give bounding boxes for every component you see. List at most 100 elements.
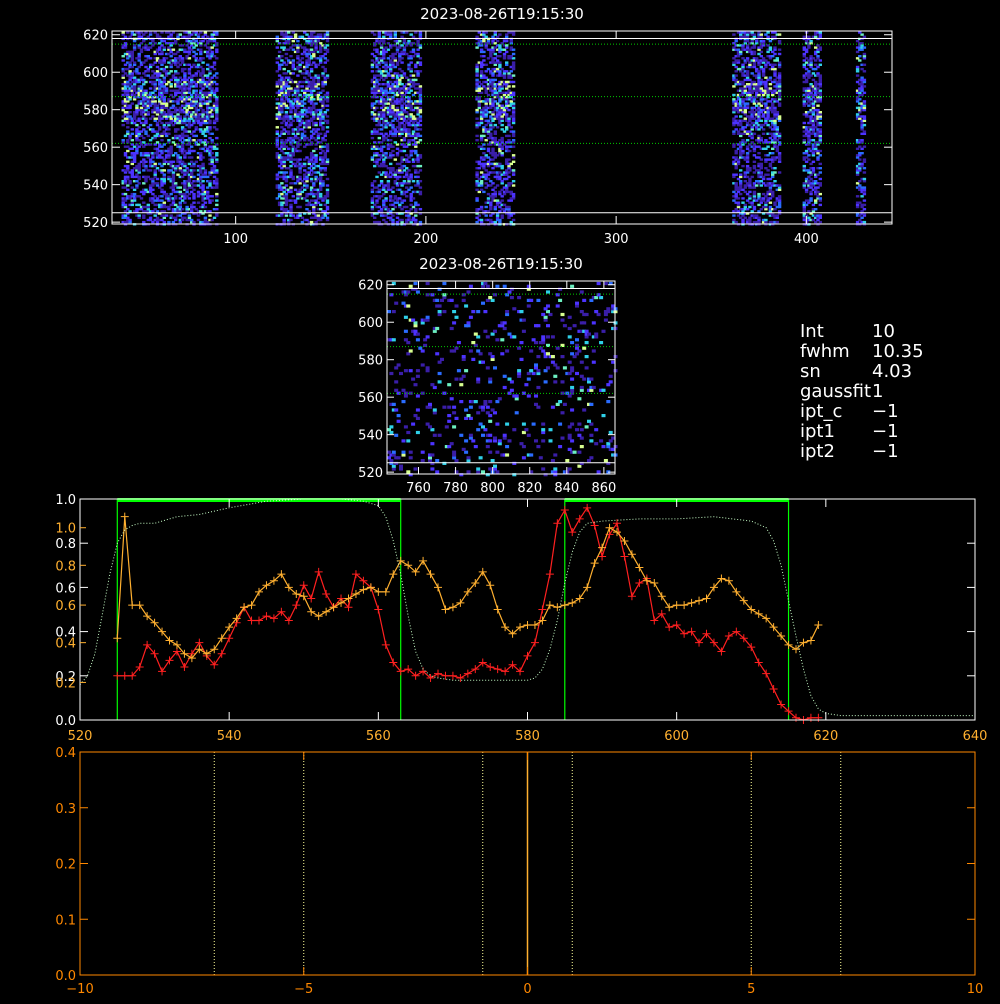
image-pixel bbox=[151, 220, 155, 224]
image-pixel bbox=[759, 104, 763, 107]
image-pixel bbox=[407, 87, 411, 90]
image-pixel bbox=[416, 55, 420, 58]
image-pixel bbox=[382, 158, 386, 161]
image-pixel bbox=[280, 149, 284, 153]
image-pixel bbox=[386, 72, 391, 75]
image-pixel bbox=[748, 119, 752, 122]
image-pixel bbox=[743, 117, 747, 120]
image-pixel bbox=[167, 205, 171, 209]
image-pixel bbox=[745, 208, 750, 211]
image-pixel bbox=[142, 78, 146, 82]
image-pixel bbox=[126, 119, 130, 122]
image-pixel bbox=[407, 214, 411, 217]
image-pixel bbox=[305, 218, 309, 222]
image-pixel bbox=[402, 98, 407, 101]
image-pixel bbox=[160, 188, 164, 191]
image-pixel bbox=[162, 130, 166, 133]
image-pixel bbox=[748, 123, 752, 127]
image-pixel bbox=[475, 83, 479, 86]
image-pixel bbox=[402, 117, 407, 120]
image-pixel bbox=[319, 132, 323, 135]
image-pixel bbox=[199, 128, 203, 131]
image-pixel bbox=[190, 156, 194, 159]
image-pixel bbox=[130, 139, 134, 142]
image-pixel bbox=[307, 61, 311, 64]
image-pixel bbox=[475, 210, 479, 213]
image-pixel bbox=[309, 173, 314, 176]
image-pixel bbox=[280, 91, 284, 94]
image-pixel bbox=[498, 121, 502, 125]
image-pixel bbox=[178, 210, 182, 213]
image-pixel bbox=[212, 126, 217, 129]
image-pixel bbox=[418, 156, 423, 159]
image-pixel bbox=[130, 171, 134, 174]
image-pixel bbox=[325, 199, 330, 202]
image-pixel bbox=[187, 197, 192, 200]
image-pixel bbox=[509, 46, 513, 49]
image-pixel bbox=[395, 220, 400, 224]
image-pixel bbox=[484, 46, 488, 49]
image-pixel bbox=[407, 98, 411, 101]
image-pixel bbox=[123, 46, 128, 49]
image-pixel bbox=[298, 70, 302, 73]
image-pixel bbox=[764, 139, 768, 142]
image-pixel bbox=[773, 180, 777, 183]
image-pixel bbox=[180, 208, 185, 211]
image-pixel bbox=[126, 139, 130, 142]
image-pixel bbox=[739, 123, 743, 127]
image-pixel bbox=[411, 121, 416, 125]
image-pixel bbox=[493, 100, 497, 103]
image-pixel bbox=[511, 169, 516, 172]
image-pixel bbox=[741, 214, 745, 217]
image-pixel bbox=[479, 65, 484, 69]
image-pixel bbox=[736, 201, 741, 204]
image-pixel bbox=[505, 61, 509, 64]
image-pixel bbox=[409, 70, 413, 73]
image-pixel bbox=[732, 160, 736, 163]
image-pixel bbox=[398, 46, 402, 49]
image-pixel bbox=[316, 134, 321, 138]
image-pixel bbox=[319, 59, 323, 62]
image-pixel bbox=[303, 102, 307, 105]
image-pixel bbox=[174, 70, 178, 73]
image-pixel bbox=[489, 132, 493, 135]
image-pixel bbox=[280, 188, 284, 191]
image-pixel bbox=[296, 46, 300, 49]
image-pixel bbox=[475, 171, 479, 174]
image-pixel bbox=[777, 132, 782, 135]
image-pixel bbox=[196, 195, 201, 198]
image-pixel bbox=[130, 173, 134, 176]
image-pixel bbox=[121, 55, 125, 58]
image-pixel bbox=[389, 46, 393, 49]
image-pixel bbox=[176, 102, 180, 105]
image-pixel bbox=[495, 199, 500, 202]
image-pixel bbox=[382, 186, 386, 189]
image-pixel bbox=[148, 216, 153, 219]
image-pixel bbox=[489, 106, 493, 110]
image-pixel bbox=[748, 167, 752, 170]
image-pixel bbox=[137, 145, 141, 148]
image-pixel bbox=[325, 190, 330, 194]
image-pixel bbox=[199, 152, 203, 155]
image-pixel bbox=[511, 93, 516, 97]
image-pixel bbox=[312, 149, 316, 153]
image-pixel bbox=[187, 87, 192, 90]
image-pixel bbox=[743, 111, 747, 114]
image-pixel bbox=[418, 154, 423, 157]
image-pixel bbox=[284, 203, 289, 207]
image-pixel bbox=[475, 180, 479, 183]
image-pixel bbox=[418, 35, 423, 38]
image-pixel bbox=[194, 52, 198, 56]
image-pixel bbox=[484, 80, 488, 84]
image-pixel bbox=[203, 169, 208, 172]
image-pixel bbox=[171, 220, 176, 224]
image-pixel bbox=[370, 214, 375, 217]
image-pixel bbox=[289, 210, 293, 213]
image-pixel bbox=[123, 171, 128, 174]
image-pixel bbox=[208, 57, 212, 60]
image-pixel bbox=[416, 184, 420, 187]
image-pixel bbox=[132, 192, 137, 196]
image-pixel bbox=[171, 199, 176, 202]
image-pixel bbox=[185, 113, 189, 116]
image-pixel bbox=[183, 169, 187, 172]
